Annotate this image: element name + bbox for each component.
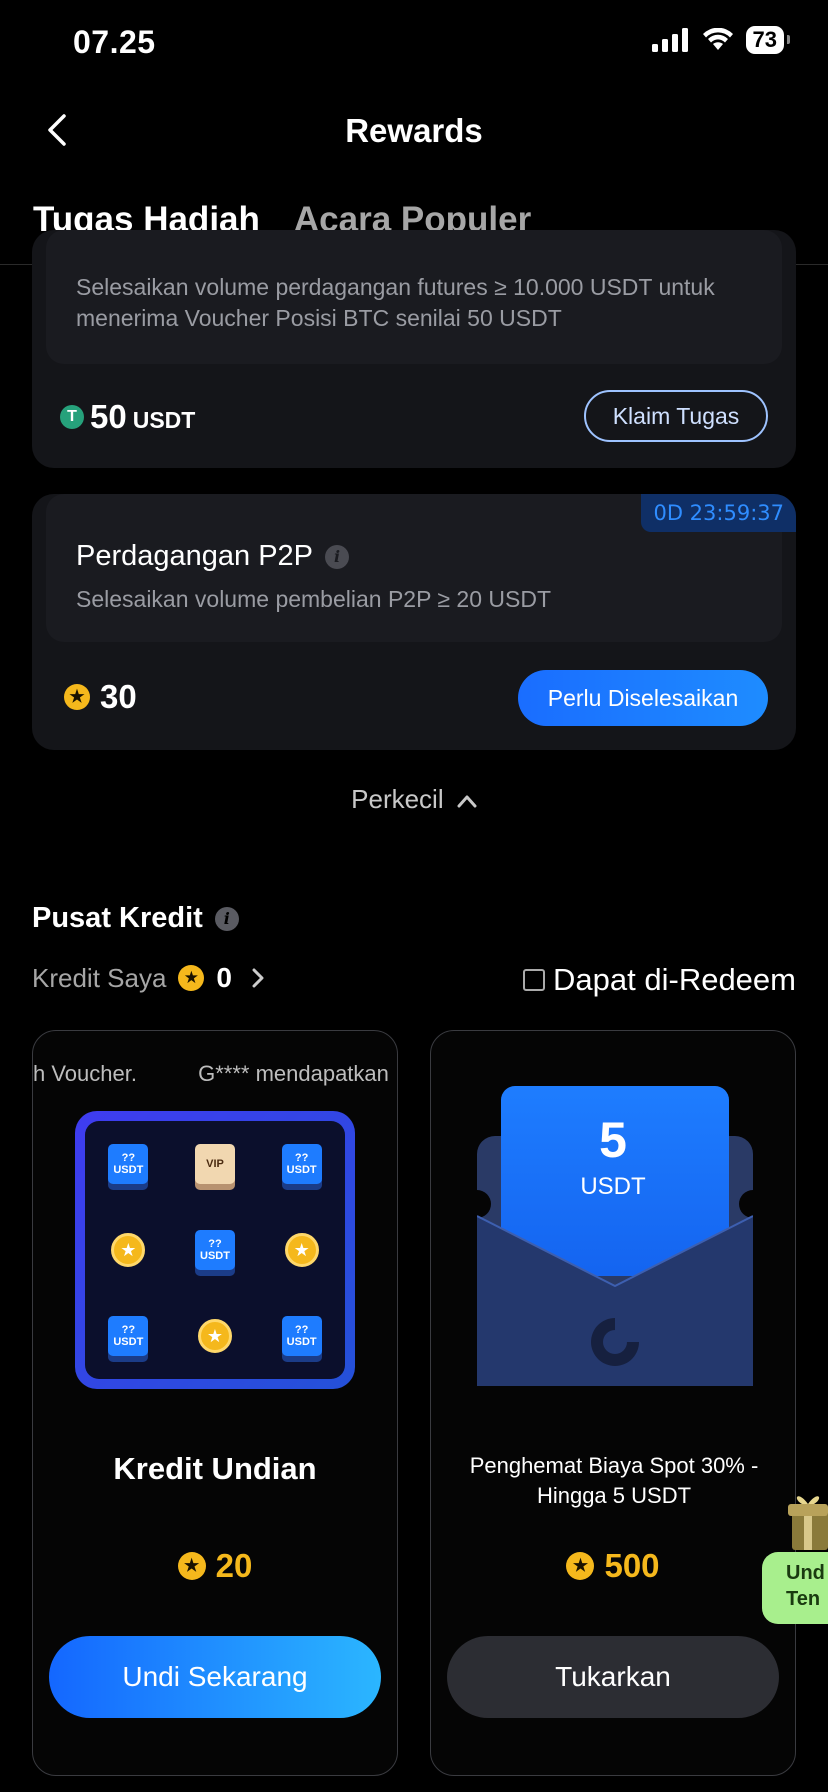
cost-value: 500 bbox=[604, 1547, 660, 1584]
usdt-icon: T bbox=[60, 405, 84, 429]
vip-ticket-icon: VIP bbox=[194, 1144, 235, 1184]
section-title: Pusat Kredit bbox=[32, 902, 203, 934]
usdt-ticket-icon: ?? USDT bbox=[194, 1230, 235, 1270]
voucher-unit: USDT bbox=[580, 1173, 646, 1200]
collapse-toggle[interactable]: Perkecil bbox=[0, 784, 828, 815]
star-credit-icon: ★ bbox=[178, 965, 205, 991]
reward-value: 50 bbox=[90, 398, 127, 435]
task-card-p2p: 0D 23:59:37 Perdagangan P2P i Selesaikan… bbox=[32, 494, 796, 750]
star-credit-icon: ★ bbox=[177, 1552, 206, 1580]
star-coin-icon: ★ bbox=[284, 1233, 319, 1267]
redeemable-checkbox[interactable] bbox=[523, 969, 546, 991]
wifi-icon bbox=[702, 28, 733, 50]
prize-name: Penghemat Biaya Spot 30% - Hingga 5 USDT bbox=[469, 1453, 759, 1508]
battery-indicator: 73 bbox=[745, 26, 791, 54]
task-reward: ★ 30 bbox=[64, 678, 137, 716]
reward-value: 30 bbox=[100, 678, 137, 715]
draw-now-button[interactable]: Undi Sekarang bbox=[49, 1636, 381, 1718]
redeemable-filter[interactable]: Dapat di-Redeem bbox=[523, 962, 796, 998]
prize-card-lottery: h Voucher. G**** mendapatkan ?? USDT VIP … bbox=[32, 1030, 398, 1776]
page-title: Rewards bbox=[345, 112, 483, 149]
redeemable-label: Dapat di-Redeem bbox=[553, 962, 796, 997]
my-credit-label: Kredit Saya bbox=[32, 962, 167, 993]
task-reward: T 50 USDT bbox=[60, 398, 195, 436]
collapse-label: Perkecil bbox=[351, 784, 444, 814]
badge-line-2: Ten bbox=[786, 1588, 821, 1610]
info-icon[interactable]: i bbox=[214, 906, 239, 931]
credit-center-header: Pusat Kredit i bbox=[32, 902, 239, 935]
chevron-up-icon bbox=[457, 795, 477, 808]
prize-name: Kredit Undian bbox=[113, 1451, 317, 1486]
chevron-right-icon bbox=[252, 968, 264, 988]
reward-unit: USDT bbox=[132, 407, 196, 433]
star-coin-icon: ★ bbox=[197, 1319, 232, 1353]
task-description: Selesaikan volume pembelian P2P ≥ 20 USD… bbox=[76, 586, 552, 612]
badge-line-1: Und bbox=[786, 1562, 825, 1584]
star-credit-icon: ★ bbox=[566, 1552, 595, 1580]
countdown-timer: 0D 23:59:37 bbox=[641, 494, 796, 532]
claim-task-button[interactable]: Klaim Tugas bbox=[584, 390, 768, 442]
prize-cost: ★ 20 bbox=[33, 1547, 397, 1585]
star-credit-icon: ★ bbox=[64, 684, 90, 710]
task-title: Perdagangan P2P bbox=[76, 540, 314, 572]
star-coin-icon: ★ bbox=[111, 1233, 146, 1267]
usdt-ticket-icon: ?? USDT bbox=[281, 1316, 322, 1356]
task-title-row: Perdagangan P2P i bbox=[76, 540, 350, 573]
task-description-box: Selesaikan volume perdagangan futures ≥ … bbox=[46, 230, 782, 364]
status-icons: 73 bbox=[651, 26, 791, 54]
winner-ticker: h Voucher. G**** mendapatkan bbox=[33, 1061, 389, 1086]
floating-lottery-badge[interactable]: Und Ten bbox=[762, 1552, 828, 1624]
task-description: Selesaikan volume perdagangan futures ≥ … bbox=[76, 274, 715, 331]
redeem-button[interactable]: Tukarkan bbox=[447, 1636, 779, 1718]
prize-card-spot-voucher: 5 USDT Penghemat Biaya Spot 30% - Hingga… bbox=[430, 1030, 796, 1776]
voucher-amount: 5 bbox=[599, 1112, 627, 1168]
info-icon[interactable]: i bbox=[325, 544, 350, 569]
complete-task-button[interactable]: Perlu Diselesaikan bbox=[518, 670, 768, 726]
my-credit-row[interactable]: Kredit Saya ★ 0 bbox=[32, 962, 266, 994]
lottery-grid: ?? USDT VIP ?? USDT ★ ?? USDT ★ ?? USDT ★ ??… bbox=[75, 1111, 355, 1389]
cost-value: 20 bbox=[215, 1547, 253, 1584]
task-card-futures: Selesaikan volume perdagangan futures ≥ … bbox=[32, 230, 796, 468]
gift-box-icon bbox=[788, 1496, 828, 1550]
status-time: 07.25 bbox=[73, 24, 156, 60]
my-credit-value: 0 bbox=[216, 962, 232, 993]
usdt-ticket-icon: ?? USDT bbox=[281, 1144, 322, 1184]
usdt-ticket-icon: ?? USDT bbox=[108, 1316, 149, 1356]
usdt-ticket-icon: ?? USDT bbox=[108, 1144, 149, 1184]
prize-cost: ★ 500 bbox=[431, 1547, 795, 1585]
signal-icon bbox=[651, 28, 688, 52]
